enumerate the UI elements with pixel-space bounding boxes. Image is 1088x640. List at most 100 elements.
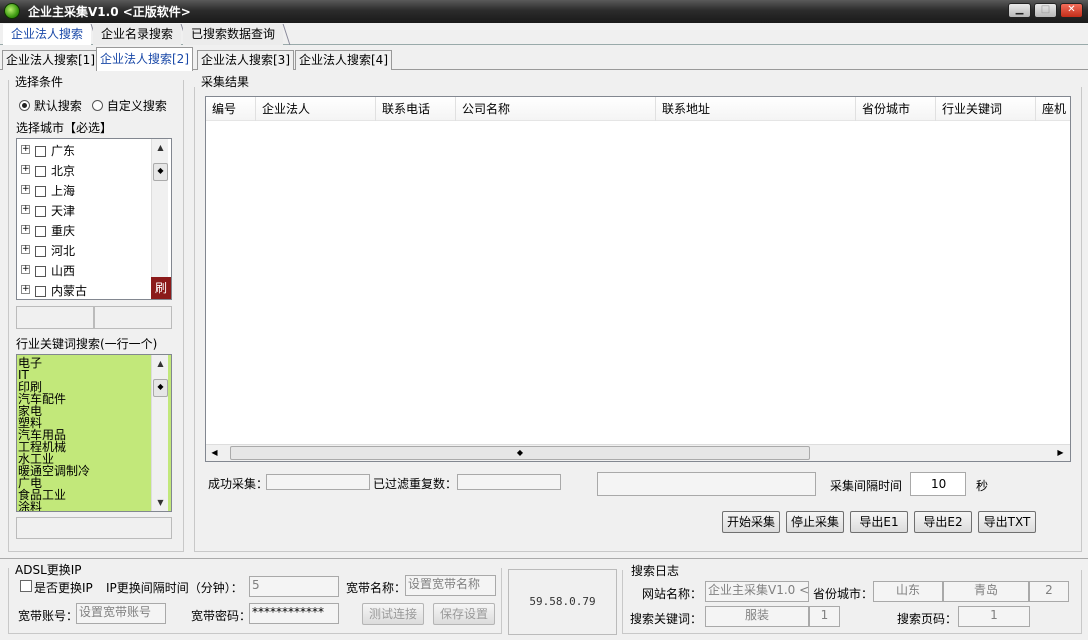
- minimize-button[interactable]: ▁: [1008, 3, 1031, 18]
- col-header-landline[interactable]: 座机: [1036, 97, 1070, 121]
- subtab-search-3[interactable]: 企业法人搜索[3]: [197, 50, 294, 70]
- export-e1-button[interactable]: 导出E1: [850, 511, 908, 533]
- tree-item-label: 内蒙古: [51, 284, 88, 298]
- scroll-thumb[interactable]: ◆: [153, 163, 168, 181]
- scroll-down-icon[interactable]: ▼: [152, 494, 169, 511]
- export-e2-button[interactable]: 导出E2: [914, 511, 972, 533]
- subtab-search-1[interactable]: 企业法人搜索[1]: [2, 50, 99, 70]
- broadband-account-input[interactable]: 设置宽带账号: [76, 603, 166, 624]
- stop-collect-button[interactable]: 停止采集: [786, 511, 844, 533]
- ip-interval-input[interactable]: 5: [249, 576, 339, 597]
- subtab-search-4[interactable]: 企业法人搜索[4]: [295, 50, 392, 70]
- tab-enterprise-directory-search[interactable]: 企业名录搜索: [93, 24, 182, 45]
- success-count-field: [266, 474, 370, 490]
- keyword-scrollbar[interactable]: ▲ ◆ ▼: [151, 355, 168, 511]
- expand-icon[interactable]: +: [21, 185, 30, 194]
- maximize-button[interactable]: □: [1034, 3, 1057, 18]
- results-horizontal-scrollbar[interactable]: ◀ ◆ ▶: [206, 444, 1070, 461]
- expand-icon[interactable]: +: [21, 145, 30, 154]
- checkbox-icon[interactable]: [35, 226, 46, 237]
- current-ip-display: 59.58.0.79: [508, 569, 617, 635]
- tree-item-label: 河北: [51, 244, 76, 258]
- col-header-address[interactable]: 联系地址: [656, 97, 856, 121]
- city-tree[interactable]: + 广东 + 北京 + 上海 + 天津 + 重庆 + 河北 + 山西 + 内蒙古…: [16, 138, 172, 300]
- broadband-name-input[interactable]: 设置宽带名称: [405, 575, 496, 596]
- scroll-left-icon[interactable]: ◀: [206, 445, 223, 461]
- subtab-search-2[interactable]: 企业法人搜索[2]: [96, 47, 193, 71]
- site-name-field: 企业主采集V1.0 <正: [705, 581, 809, 602]
- selection-conditions-title: 选择条件: [14, 73, 65, 90]
- divider: [0, 558, 1088, 559]
- interval-input[interactable]: 10: [910, 472, 966, 496]
- search-log-title: 搜索日志: [630, 562, 681, 579]
- search-keyword-field: 服装: [705, 606, 809, 627]
- save-settings-button[interactable]: 保存设置: [433, 603, 495, 625]
- city-field: 青岛: [943, 581, 1029, 602]
- search-keyword-label: 搜索关键词：: [630, 612, 703, 626]
- expand-icon[interactable]: +: [21, 205, 30, 214]
- city-filter-field-right[interactable]: [94, 306, 172, 329]
- scroll-right-icon[interactable]: ▶: [1052, 445, 1069, 461]
- city-filter-field-left[interactable]: [16, 306, 94, 329]
- filtered-count-label: 已过滤重复数：: [373, 477, 458, 491]
- export-txt-button[interactable]: 导出TXT: [978, 511, 1036, 533]
- ip-interval-label: IP更换间隔时间（分钟）：: [106, 581, 243, 595]
- scroll-up-icon[interactable]: ▲: [152, 139, 169, 156]
- checkbox-icon[interactable]: [35, 286, 46, 297]
- col-header-province-city[interactable]: 省份城市: [856, 97, 936, 121]
- main-tab-strip: 企业法人搜索 企业名录搜索 已搜索数据查询: [0, 23, 1088, 45]
- col-header-keyword[interactable]: 行业关键词: [936, 97, 1036, 121]
- province-city-label: 省份城市：: [813, 587, 874, 601]
- interval-label: 采集间隔时间: [830, 479, 903, 493]
- col-header-legal-person[interactable]: 企业法人: [256, 97, 376, 121]
- tab-searched-data-query[interactable]: 已搜索数据查询: [183, 24, 284, 45]
- checkbox-icon[interactable]: [35, 186, 46, 197]
- col-header-phone[interactable]: 联系电话: [376, 97, 456, 121]
- expand-icon[interactable]: +: [21, 225, 30, 234]
- refresh-button[interactable]: 刷: [151, 277, 171, 299]
- results-table[interactable]: 编号 企业法人 联系电话 公司名称 联系地址 省份城市 行业关键词 座机 ◀ ◆…: [205, 96, 1071, 462]
- custom-search-radio[interactable]: 自定义搜索: [92, 97, 167, 114]
- start-collect-button[interactable]: 开始采集: [722, 511, 780, 533]
- broadband-password-label: 宽带密码：: [191, 609, 252, 623]
- test-connection-button[interactable]: 测试连接: [362, 603, 424, 625]
- keyword-count-field: 1: [809, 606, 840, 627]
- checkbox-icon[interactable]: [35, 246, 46, 257]
- status-message-field: [597, 472, 816, 496]
- checkbox-icon[interactable]: [35, 206, 46, 217]
- scroll-thumb[interactable]: ◆: [230, 446, 810, 460]
- title-bar: 企业主采集V1.0 <正版软件> ▁ □ ✕: [0, 0, 1088, 23]
- broadband-name-label: 宽带名称：: [346, 581, 407, 595]
- success-count-label: 成功采集：: [208, 477, 269, 491]
- tree-item-label: 北京: [51, 164, 76, 178]
- checkbox-icon[interactable]: [35, 266, 46, 277]
- app-logo-icon: [4, 3, 20, 19]
- broadband-password-input[interactable]: ************: [249, 603, 339, 624]
- tree-item-label: 山西: [51, 264, 76, 278]
- window-title: 企业主采集V1.0 <正版软件>: [28, 5, 191, 19]
- results-table-header: 编号 企业法人 联系电话 公司名称 联系地址 省份城市 行业关键词 座机: [206, 97, 1070, 121]
- scroll-up-icon[interactable]: ▲: [152, 355, 169, 372]
- expand-icon[interactable]: +: [21, 285, 30, 294]
- city-count-field: 2: [1029, 581, 1069, 602]
- adsl-title: ADSL更换IP: [14, 561, 83, 578]
- checkbox-icon[interactable]: [35, 166, 46, 177]
- tab-enterprise-legal-search[interactable]: 企业法人搜索: [3, 24, 92, 45]
- change-ip-label: 是否更换IP: [34, 581, 93, 595]
- close-button[interactable]: ✕: [1060, 3, 1083, 18]
- city-tree-scrollbar[interactable]: ▲ ◆: [151, 139, 168, 277]
- city-select-label: 选择城市【必选】: [16, 121, 113, 135]
- expand-icon[interactable]: +: [21, 245, 30, 254]
- filtered-count-field: [457, 474, 561, 490]
- expand-icon[interactable]: +: [21, 165, 30, 174]
- col-header-id[interactable]: 编号: [206, 97, 256, 121]
- keyword-textarea[interactable]: 电子 IT 印刷 汽车配件 家电 塑料 汽车用品 工程机械 水工业 暖通空调制冷 广电 食品工业 涂料 …: [16, 354, 172, 512]
- tree-item-label: 天津: [51, 204, 76, 218]
- expand-icon[interactable]: +: [21, 265, 30, 274]
- col-header-company[interactable]: 公司名称: [456, 97, 656, 121]
- scroll-thumb[interactable]: ◆: [153, 379, 168, 397]
- default-search-radio[interactable]: 默认搜索: [19, 97, 82, 114]
- checkbox-icon[interactable]: [35, 146, 46, 157]
- change-ip-checkbox[interactable]: [20, 580, 32, 592]
- interval-unit-label: 秒: [976, 479, 989, 493]
